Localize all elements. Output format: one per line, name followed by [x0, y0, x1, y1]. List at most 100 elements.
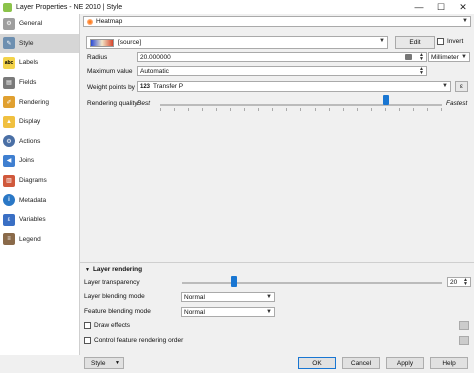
minimize-button[interactable]: — [408, 0, 430, 14]
rendering-icon: ✐ [3, 96, 15, 109]
quality-slider-handle[interactable] [382, 95, 389, 105]
expression-button[interactable]: ε [455, 81, 468, 92]
transparency-spinbox[interactable]: 20 ▲ ▼ [447, 277, 471, 287]
chevron-down-icon: ▼ [462, 18, 468, 24]
invert-checkbox[interactable] [437, 38, 444, 45]
feature-blend-select[interactable]: Normal ▼ [181, 307, 275, 317]
radius-input[interactable]: 20.000000 ▲ ▼ [137, 52, 427, 62]
quality-slider-track[interactable] [160, 104, 442, 106]
layer-blend-value: Normal [184, 293, 205, 301]
sidebar-item-label: Joins [19, 157, 35, 165]
heatmap-icon [87, 18, 93, 25]
help-button[interactable]: Help [430, 357, 468, 369]
sidebar-item-label: Rendering [19, 98, 49, 106]
control-order-label: Control feature rendering order [94, 337, 184, 344]
collapse-triangle-icon: ▼ [85, 266, 90, 273]
quality-label: Rendering quality [87, 100, 138, 107]
chevron-down-icon: ▼ [266, 309, 272, 315]
renderer-select[interactable]: Heatmap ▼ [83, 16, 471, 27]
cancel-button[interactable]: Cancel [342, 357, 380, 369]
window-title: Layer Properties - NE 2010 | Style [16, 3, 123, 11]
sidebar-item-metadata[interactable]: i Metadata [0, 190, 79, 210]
metadata-icon: i [3, 194, 15, 207]
sidebar-item-fields[interactable]: ▤ Fields [0, 73, 79, 93]
spinner-icon[interactable]: ▲ ▼ [463, 278, 468, 287]
qgis-icon [3, 2, 12, 12]
sidebar-item-label: Diagrams [19, 177, 47, 185]
variables-icon: ε [3, 213, 15, 226]
style-menu-button[interactable]: Style ▼ [84, 357, 124, 369]
sidebar-item-style[interactable]: ✎ Style [0, 33, 79, 54]
clear-icon[interactable] [405, 54, 412, 60]
title-bar: Layer Properties - NE 2010 | Style — ☐ ✕ [0, 0, 474, 14]
style-icon: ✎ [3, 37, 15, 50]
ok-button[interactable]: OK [298, 357, 336, 369]
layer-blend-select[interactable]: Normal ▼ [181, 292, 275, 302]
draw-effects-checkbox[interactable] [84, 322, 91, 329]
transparency-slider-handle[interactable] [231, 276, 237, 287]
weight-label: Weight points by [87, 84, 135, 91]
general-icon: ⚙ [3, 17, 15, 30]
display-icon: ▲ [3, 115, 15, 128]
spinner-icon[interactable]: ▲ ▼ [419, 53, 424, 62]
sidebar-item-label: General [19, 20, 43, 28]
sidebar-item-display[interactable]: ▲ Display [0, 112, 79, 132]
section-title: Layer rendering [92, 266, 143, 273]
maximize-button[interactable]: ☐ [430, 0, 452, 14]
radius-value: 20.000000 [140, 53, 171, 61]
invert-toggle[interactable]: Invert [437, 38, 463, 45]
sidebar-item-label: Labels [19, 59, 39, 67]
apply-button[interactable]: Apply [386, 357, 424, 369]
close-button[interactable]: ✕ [452, 0, 474, 14]
style-button-label: Style [91, 359, 106, 367]
quality-ticks [160, 108, 442, 111]
sidebar-item-joins[interactable]: ◀ Joins [0, 151, 79, 171]
transparency-slider-track[interactable] [182, 282, 442, 284]
draw-effects-toggle[interactable]: Draw effects [84, 322, 130, 329]
effects-settings-icon[interactable] [459, 321, 469, 330]
joins-icon: ◀ [3, 154, 15, 167]
quality-best-label: Best [137, 100, 151, 107]
diagrams-icon: ▥ [3, 174, 15, 187]
control-order-checkbox[interactable] [84, 337, 91, 344]
color-ramp-select[interactable]: [source] ▼ [86, 36, 388, 49]
maxval-label: Maximum value [87, 68, 133, 75]
sidebar-item-rendering[interactable]: ✐ Rendering [0, 92, 79, 112]
weight-value: Transfer P [153, 83, 184, 90]
chevron-down-icon: ▼ [461, 54, 467, 60]
labels-icon: abc [3, 56, 15, 69]
edit-ramp-button[interactable]: Edit [395, 36, 435, 49]
maxval-value: Automatic [140, 67, 169, 75]
color-ramp-swatch [90, 38, 114, 47]
layer-rendering-header[interactable]: ▼ Layer rendering [85, 266, 142, 273]
actions-icon: ⚙ [3, 135, 15, 148]
sidebar-item-labels[interactable]: abc Labels [0, 53, 79, 73]
unit-select[interactable]: Millimeter ▼ [428, 52, 470, 62]
maxval-input[interactable]: Automatic ▲ ▼ [137, 66, 427, 76]
sidebar-item-label: Fields [19, 79, 37, 87]
sidebar-item-label: Legend [19, 235, 41, 243]
sidebar-item-actions[interactable]: ⚙ Actions [0, 132, 79, 152]
sidebar-item-general[interactable]: ⚙ General [0, 14, 79, 34]
chevron-down-icon: ▼ [379, 38, 385, 44]
layer-blend-label: Layer blending mode [84, 293, 145, 300]
sidebar-item-label: Display [19, 118, 41, 126]
unit-value: Millimeter [431, 53, 459, 61]
chevron-down-icon: ▼ [115, 360, 120, 366]
control-order-toggle[interactable]: Control feature rendering order [84, 337, 183, 344]
sidebar: ⚙ General ✎ Style abc Labels ▤ Fields ✐ … [0, 14, 80, 359]
sidebar-item-label: Style [19, 39, 34, 47]
section-divider [80, 262, 474, 263]
sidebar-item-diagrams[interactable]: ▥ Diagrams [0, 171, 79, 191]
quality-fastest-label: Fastest [446, 100, 468, 107]
legend-icon: ≡ [3, 233, 15, 246]
spinner-icon[interactable]: ▲ ▼ [419, 67, 424, 76]
chevron-down-icon: ▼ [442, 83, 448, 89]
transparency-value: 20 [450, 278, 458, 286]
color-ramp-value: [source] [118, 39, 142, 46]
sidebar-item-variables[interactable]: ε Variables [0, 210, 79, 230]
weight-field-select[interactable]: 123 Transfer P ▼ [137, 81, 451, 92]
feature-blend-label: Feature blending mode [84, 308, 151, 315]
order-settings-icon[interactable] [459, 336, 469, 345]
sidebar-item-legend[interactable]: ≡ Legend [0, 230, 79, 250]
